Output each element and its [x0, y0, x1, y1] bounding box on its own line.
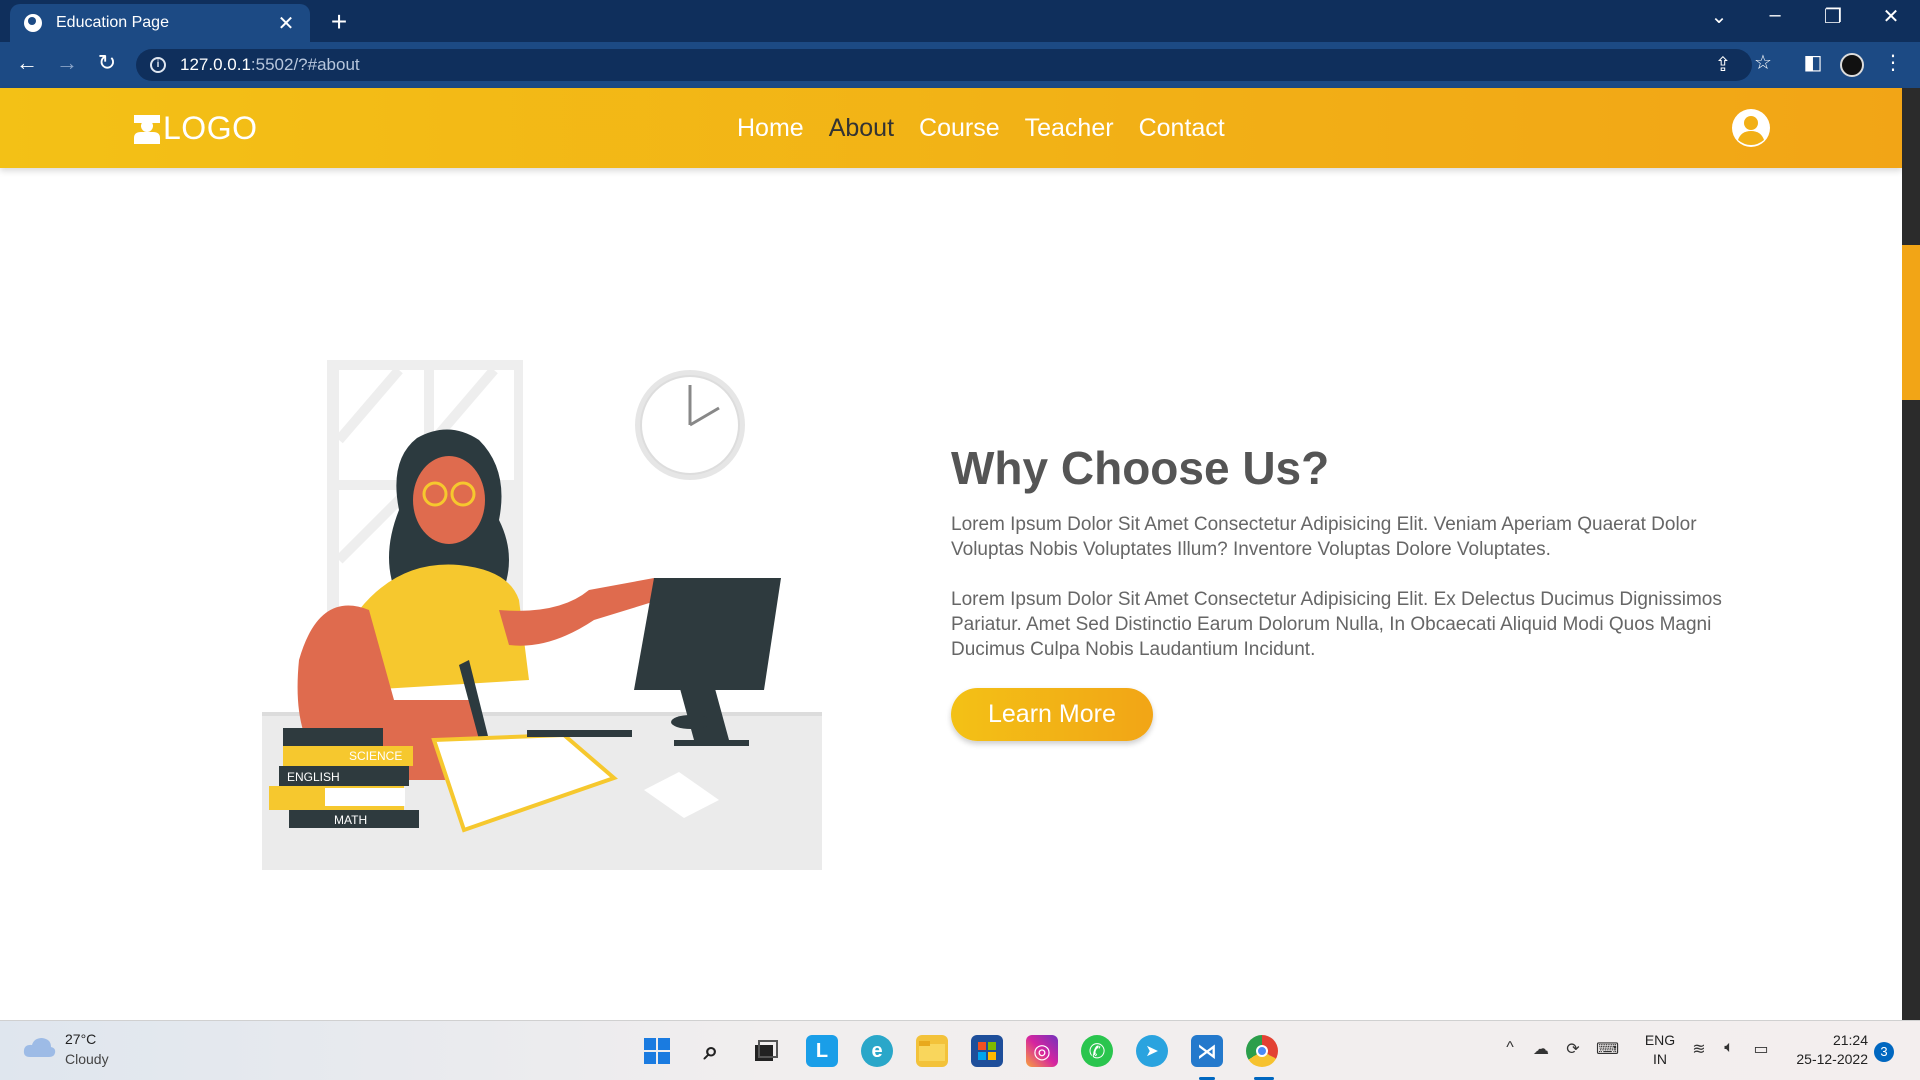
site-header: LOGO Home About Course Teacher Contact: [0, 88, 1902, 168]
system-clock[interactable]: 21:24 25-12-2022: [1788, 1031, 1868, 1069]
address-bar[interactable]: i 127.0.0.1:5502/?#about: [136, 49, 1752, 81]
weather-temperature[interactable]: 27°C: [65, 1031, 96, 1047]
browser-tab-strip: Education Page ✕ + ⌄ – ❐ ✕: [0, 0, 1920, 42]
app-l-icon[interactable]: L: [806, 1035, 838, 1067]
sync-icon[interactable]: ⟳: [1562, 1039, 1584, 1059]
show-hidden-icons-chevron[interactable]: ^: [1499, 1039, 1521, 1057]
clock-date: 25-12-2022: [1796, 1051, 1868, 1067]
kebab-menu-icon[interactable]: ⋮: [1880, 50, 1906, 75]
globe-icon: [24, 14, 42, 32]
site-info-icon[interactable]: i: [150, 57, 166, 73]
browser-toolbar: ← → ↻ i 127.0.0.1:5502/?#about ⇪ ☆ ◧ ⋮: [0, 42, 1920, 88]
tab-search-icon[interactable]: ⌄: [1704, 4, 1734, 29]
search-icon[interactable]: ⌕: [695, 1035, 727, 1067]
book-label-math: MATH: [334, 813, 367, 827]
about-paragraph-1: Lorem Ipsum Dolor Sit Amet Consectetur A…: [951, 514, 1697, 560]
wifi-icon[interactable]: ≋: [1688, 1039, 1710, 1059]
cloud-icon[interactable]: [22, 1035, 56, 1059]
telegram-icon[interactable]: ➤: [1136, 1035, 1168, 1067]
nav-teacher[interactable]: Teacher: [1025, 114, 1114, 143]
chrome-icon[interactable]: [1246, 1035, 1278, 1067]
instagram-icon[interactable]: ◎: [1026, 1035, 1058, 1067]
input-language[interactable]: ENG IN: [1640, 1031, 1680, 1069]
user-circle-icon[interactable]: [1731, 108, 1771, 148]
about-section: Why Choose Us? Lorem Ipsum Dolor Sit Ame…: [951, 436, 1751, 741]
onedrive-cloud-icon[interactable]: ☁: [1530, 1039, 1552, 1059]
nav-course[interactable]: Course: [919, 114, 1000, 143]
clock-time: 21:24: [1832, 1032, 1868, 1048]
page-scrollbar-thumb[interactable]: [1902, 245, 1920, 400]
page-scrollbar-track[interactable]: [1902, 88, 1920, 1020]
vscode-icon[interactable]: ⋊: [1191, 1035, 1223, 1067]
bookmark-star-icon[interactable]: ☆: [1750, 50, 1776, 75]
microsoft-store-icon[interactable]: [971, 1035, 1003, 1067]
minimize-button[interactable]: –: [1760, 4, 1790, 27]
weather-condition[interactable]: Cloudy: [65, 1051, 109, 1067]
about-heading: Why Choose Us?: [951, 442, 1330, 494]
browser-tab[interactable]: Education Page ✕: [10, 4, 310, 42]
language-region: IN: [1653, 1051, 1667, 1067]
url-host: 127.0.0.1: [180, 55, 251, 74]
graduate-user-icon: [134, 114, 160, 144]
book-label-english: ENGLISH: [287, 770, 340, 784]
nav-contact[interactable]: Contact: [1139, 114, 1225, 143]
notification-count-badge[interactable]: 3: [1874, 1042, 1894, 1062]
battery-icon[interactable]: ▭: [1750, 1039, 1772, 1059]
logo-text: LOGO: [163, 110, 258, 146]
url-path: :5502/?#about: [250, 55, 360, 74]
windows-taskbar: 27°C Cloudy ⌕ L e ◎ ✆ ➤ ⋊ ^ ☁ ⟳ ⌨ ENG IN…: [0, 1020, 1920, 1080]
book-label-science: SCIENCE: [349, 749, 402, 763]
share-icon[interactable]: ⇪: [1710, 52, 1736, 77]
task-view-icon[interactable]: [750, 1035, 782, 1067]
language-code: ENG: [1644, 1032, 1676, 1048]
student-at-desk-illustration: SCIENCE ENGLISH MATH: [262, 360, 822, 870]
whatsapp-icon[interactable]: ✆: [1081, 1035, 1113, 1067]
side-panel-icon[interactable]: ◧: [1800, 50, 1826, 75]
tab-title: Education Page: [56, 14, 169, 31]
nav-about[interactable]: About: [829, 114, 894, 143]
site-logo[interactable]: LOGO: [133, 110, 257, 147]
nav-home[interactable]: Home: [737, 114, 804, 143]
file-explorer-icon[interactable]: [916, 1035, 948, 1067]
profile-avatar[interactable]: [1840, 53, 1864, 77]
start-windows-icon[interactable]: [641, 1035, 673, 1067]
tab-close-button[interactable]: ✕: [276, 11, 296, 36]
forward-arrow-icon[interactable]: →: [52, 50, 82, 76]
keyboard-icon[interactable]: ⌨: [1596, 1039, 1619, 1059]
learn-more-button[interactable]: Learn More: [951, 688, 1153, 741]
reload-icon[interactable]: ↻: [92, 50, 122, 76]
back-arrow-icon[interactable]: ←: [12, 50, 42, 76]
new-tab-button[interactable]: +: [324, 6, 354, 38]
close-window-button[interactable]: ✕: [1876, 4, 1906, 29]
volume-icon[interactable]: 🔈︎: [1718, 1039, 1740, 1057]
edge-browser-icon[interactable]: e: [861, 1035, 893, 1067]
main-nav: Home About Course Teacher Contact: [737, 114, 1225, 143]
about-paragraph-2: Lorem Ipsum Dolor Sit Amet Consectetur A…: [951, 589, 1722, 660]
restore-button[interactable]: ❐: [1818, 4, 1848, 29]
